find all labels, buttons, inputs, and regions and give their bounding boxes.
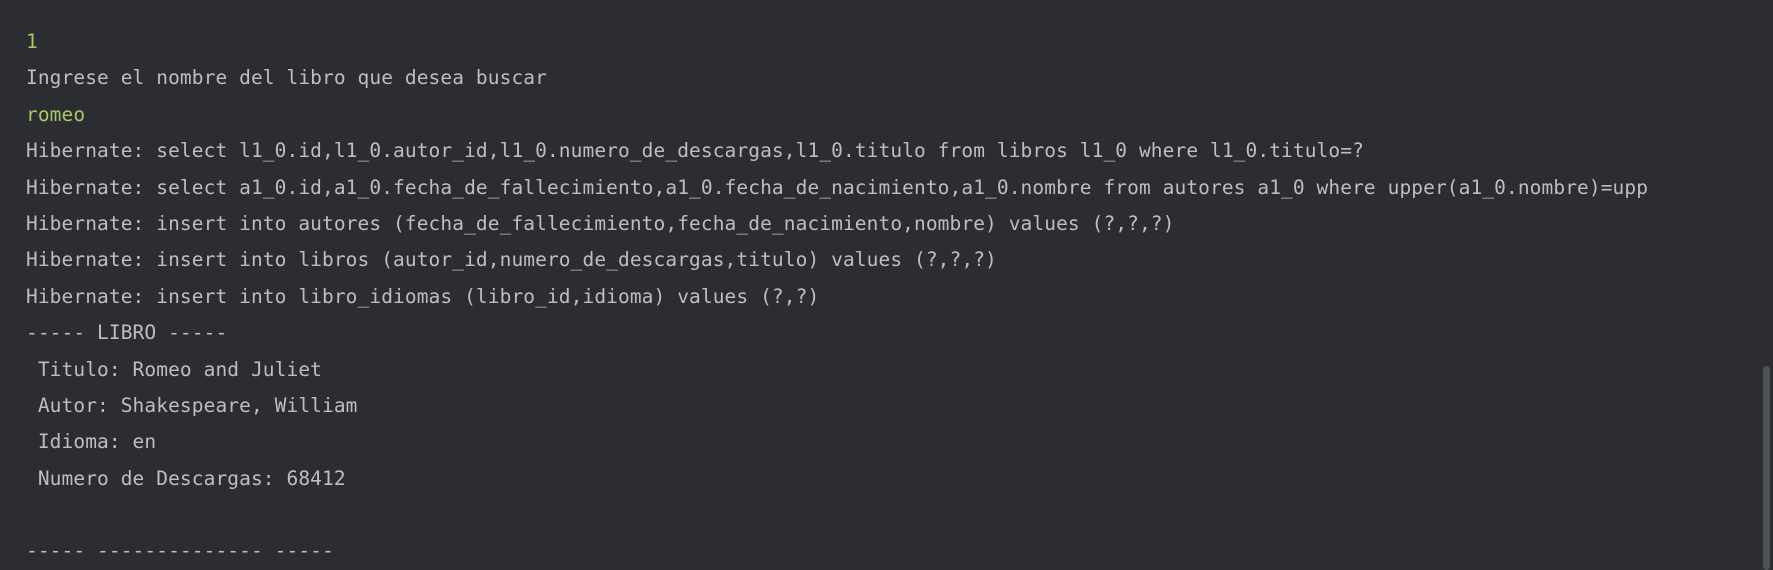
console-output-line: ----- LIBRO -----: [26, 321, 228, 345]
console-panel: 1 Ingrese el nombre del libro que desea b…: [0, 0, 1773, 570]
console-output-line: Idioma: en: [26, 430, 157, 454]
vertical-scrollbar[interactable]: [1759, 0, 1773, 570]
console-output-line: Titulo: Romeo and Juliet: [26, 357, 322, 381]
console-input-line: romeo: [26, 102, 86, 126]
console-output-line: Hibernate: insert into libros (autor_id,…: [26, 248, 997, 272]
console-output-line: Hibernate: select a1_0.id,a1_0.fecha_de_…: [26, 175, 1649, 199]
console-input-line: 1: [26, 30, 38, 53]
console-output-line: ----- -------------- -----: [26, 539, 334, 563]
console-output-line: Autor: Shakespeare, William: [26, 393, 358, 417]
console-output-line: Hibernate: select l1_0.id,l1_0.autor_id,…: [26, 139, 1364, 163]
scrollbar-thumb[interactable]: [1763, 366, 1770, 570]
console-output[interactable]: 1 Ingrese el nombre del libro que desea b…: [26, 24, 1773, 570]
console-output-line: Hibernate: insert into libro_idiomas (li…: [26, 284, 820, 308]
console-output-line: Numero de Descargas: 68412: [26, 466, 346, 490]
console-output-line: Ingrese el nombre del libro que desea bu…: [26, 66, 547, 90]
console-output-line: Hibernate: insert into autores (fecha_de…: [26, 211, 1175, 235]
